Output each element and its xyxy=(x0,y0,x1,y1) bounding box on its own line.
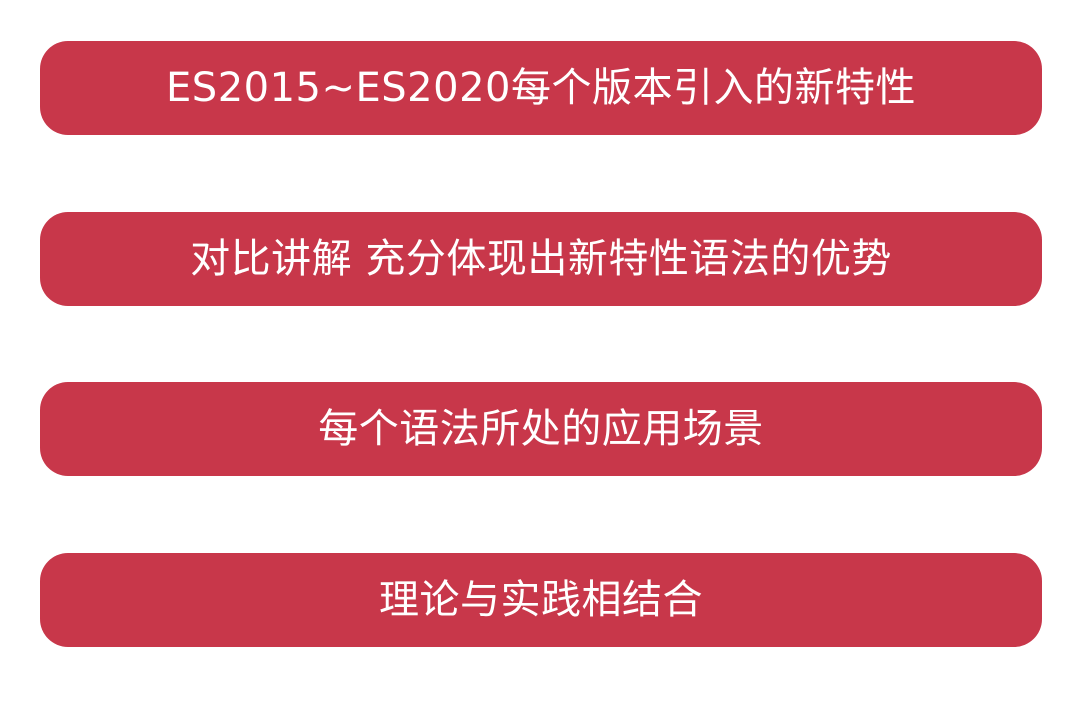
feature-item-4: 理论与实践相结合 xyxy=(40,553,1042,647)
feature-item-label: 对比讲解 充分体现出新特性语法的优势 xyxy=(190,236,892,282)
feature-item-1: ES2015~ES2020每个版本引入的新特性 xyxy=(40,41,1042,135)
feature-item-label: 理论与实践相结合 xyxy=(379,577,703,623)
feature-item-label: ES2015~ES2020每个版本引入的新特性 xyxy=(166,65,916,111)
feature-item-2: 对比讲解 充分体现出新特性语法的优势 xyxy=(40,212,1042,306)
feature-item-label: 每个语法所处的应用场景 xyxy=(318,406,764,452)
feature-item-3: 每个语法所处的应用场景 xyxy=(40,382,1042,476)
